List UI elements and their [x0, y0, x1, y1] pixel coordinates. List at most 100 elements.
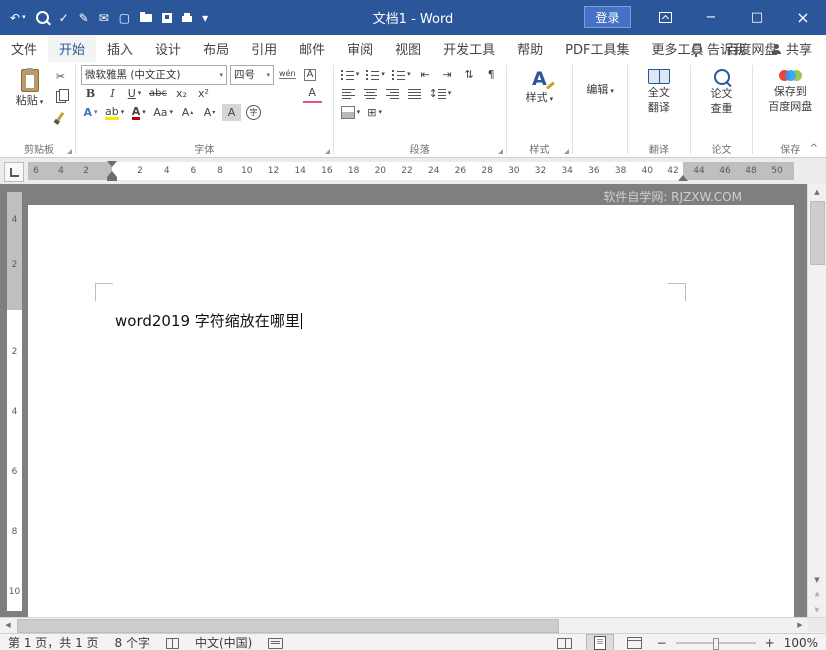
- paste-button[interactable]: 粘贴: [8, 65, 51, 125]
- clipboard-dialog-launcher-icon[interactable]: [67, 149, 72, 154]
- align-right-button[interactable]: [383, 85, 402, 102]
- horizontal-ruler[interactable]: 6 4 2 2 4 6 8 10 12 14 16 18 20 22 24 26 28 30 32 34 36 38 40 4…: [28, 161, 794, 181]
- tab-layout[interactable]: 布局: [192, 35, 240, 62]
- clear-formatting-button[interactable]: A: [302, 84, 322, 103]
- paper-check-button[interactable]: 论文 查重: [696, 65, 748, 115]
- styles-button[interactable]: A 样式: [512, 65, 568, 106]
- next-page-button[interactable]: «: [810, 601, 825, 619]
- left-indent-marker[interactable]: [107, 177, 117, 181]
- editing-button[interactable]: 编辑: [578, 65, 622, 98]
- tab-developer[interactable]: 开发工具: [432, 35, 506, 62]
- change-case-button[interactable]: Aa: [151, 104, 175, 121]
- font-color-button[interactable]: A: [129, 104, 148, 121]
- save-to-baidu-button[interactable]: 保存到 百度网盘: [758, 65, 822, 113]
- tab-view[interactable]: 视图: [384, 35, 432, 62]
- strikethrough-button[interactable]: abc: [147, 85, 169, 102]
- language-status[interactable]: 中文(中国): [195, 634, 252, 650]
- character-border-button[interactable]: A: [301, 66, 320, 83]
- tab-home[interactable]: 开始: [48, 35, 97, 62]
- save-button[interactable]: [162, 12, 173, 23]
- proofing-status-button[interactable]: [165, 637, 179, 649]
- horizontal-scrollbar-thumb[interactable]: [17, 619, 559, 633]
- read-mode-button[interactable]: [552, 635, 578, 650]
- justify-button[interactable]: [405, 85, 424, 102]
- sort-button[interactable]: ⇅: [460, 66, 479, 83]
- customize-qat-button[interactable]: ▾: [202, 12, 208, 24]
- ribbon-display-options-button[interactable]: [642, 0, 688, 35]
- decrease-indent-button[interactable]: ⇤: [416, 66, 435, 83]
- numbering-button[interactable]: [364, 66, 387, 83]
- tab-file[interactable]: 文件: [0, 35, 48, 62]
- zoom-slider[interactable]: [675, 638, 756, 650]
- format-painter-button[interactable]: [51, 108, 70, 125]
- shrink-font-button[interactable]: A: [200, 104, 219, 121]
- subscript-button[interactable]: x₂: [172, 85, 191, 102]
- right-indent-marker[interactable]: [678, 175, 688, 181]
- copy-button[interactable]: [51, 88, 70, 105]
- email-button[interactable]: ✉: [99, 12, 109, 24]
- borders-button[interactable]: ⊞: [365, 104, 384, 121]
- open-button[interactable]: [140, 11, 153, 22]
- shading-button[interactable]: [339, 104, 363, 121]
- zoom-in-button[interactable]: +: [764, 634, 776, 650]
- zoom-level[interactable]: 100%: [784, 634, 818, 650]
- italic-button[interactable]: I: [103, 85, 122, 102]
- edit-button[interactable]: ✎: [79, 12, 89, 24]
- login-button[interactable]: 登录: [584, 6, 631, 28]
- scroll-left-button[interactable]: ◀: [0, 618, 16, 632]
- show-marks-button[interactable]: ¶: [482, 66, 501, 83]
- tab-review[interactable]: 审阅: [336, 35, 384, 62]
- font-dialog-launcher-icon[interactable]: [324, 149, 330, 154]
- vertical-ruler[interactable]: 4 2 2 4 6 8 10: [7, 192, 22, 611]
- share-button[interactable]: 共享: [771, 39, 812, 58]
- undo-button[interactable]: ↶: [10, 12, 26, 24]
- horizontal-scrollbar[interactable]: ◀ ▶: [0, 617, 826, 633]
- full-text-translate-button[interactable]: 全文 翻译: [633, 65, 685, 114]
- text-effects-button[interactable]: A: [81, 104, 100, 121]
- tab-design[interactable]: 设计: [144, 35, 192, 62]
- scroll-right-button[interactable]: ▶: [792, 618, 808, 632]
- spelling-button[interactable]: ✓: [59, 12, 69, 24]
- tab-references[interactable]: 引用: [240, 35, 288, 62]
- multilevel-list-button[interactable]: [390, 66, 413, 83]
- print-layout-button[interactable]: [585, 634, 614, 650]
- font-name-combo[interactable]: 微软雅黑 (中文正文): [81, 64, 227, 85]
- close-button[interactable]: ×: [780, 0, 826, 35]
- maximize-button[interactable]: □: [734, 0, 780, 35]
- new-document-button[interactable]: ▢: [119, 12, 130, 24]
- superscript-button[interactable]: x²: [194, 85, 213, 102]
- bullets-button[interactable]: [339, 66, 362, 83]
- grow-font-button[interactable]: A: [178, 104, 197, 121]
- tab-insert[interactable]: 插入: [96, 35, 144, 62]
- paragraph-dialog-launcher-icon[interactable]: [497, 149, 503, 154]
- tab-help[interactable]: 帮助: [506, 35, 554, 62]
- underline-button[interactable]: U: [125, 85, 144, 102]
- styles-dialog-launcher-icon[interactable]: [564, 149, 570, 154]
- pinyin-guide-button[interactable]: wén: [277, 66, 298, 83]
- font-size-combo[interactable]: 四号: [230, 64, 274, 85]
- tab-mailings[interactable]: 邮件: [288, 35, 336, 62]
- zoom-out-button[interactable]: −: [656, 634, 668, 650]
- print-preview-button[interactable]: [35, 11, 49, 24]
- document-text[interactable]: word2019 字符缩放在哪里: [115, 311, 302, 331]
- bold-button[interactable]: B: [81, 85, 100, 102]
- character-shading-button[interactable]: A: [222, 104, 242, 121]
- print-button[interactable]: [182, 13, 193, 22]
- ime-status-button[interactable]: [268, 637, 284, 649]
- minimize-button[interactable]: −: [688, 0, 734, 35]
- highlight-color-button[interactable]: ab: [103, 104, 126, 121]
- enclose-character-button[interactable]: 字: [244, 104, 263, 121]
- word-count-status[interactable]: 8 个字: [115, 634, 150, 650]
- web-layout-button[interactable]: [622, 635, 648, 650]
- vertical-scrollbar[interactable]: ▲ ▼ « «: [807, 184, 826, 617]
- align-left-button[interactable]: [339, 85, 358, 102]
- line-spacing-button[interactable]: ↕: [427, 85, 454, 102]
- increase-indent-button[interactable]: ⇥: [438, 66, 457, 83]
- scroll-up-button[interactable]: ▲: [808, 184, 826, 199]
- cut-button[interactable]: ✂: [51, 68, 70, 85]
- collapse-ribbon-icon[interactable]: ^: [810, 143, 818, 154]
- tell-me-button[interactable]: 告诉我: [691, 39, 746, 58]
- page-number-status[interactable]: 第 1 页，共 1 页: [8, 634, 99, 650]
- align-center-button[interactable]: [361, 85, 380, 102]
- zoom-slider-thumb[interactable]: [712, 638, 719, 650]
